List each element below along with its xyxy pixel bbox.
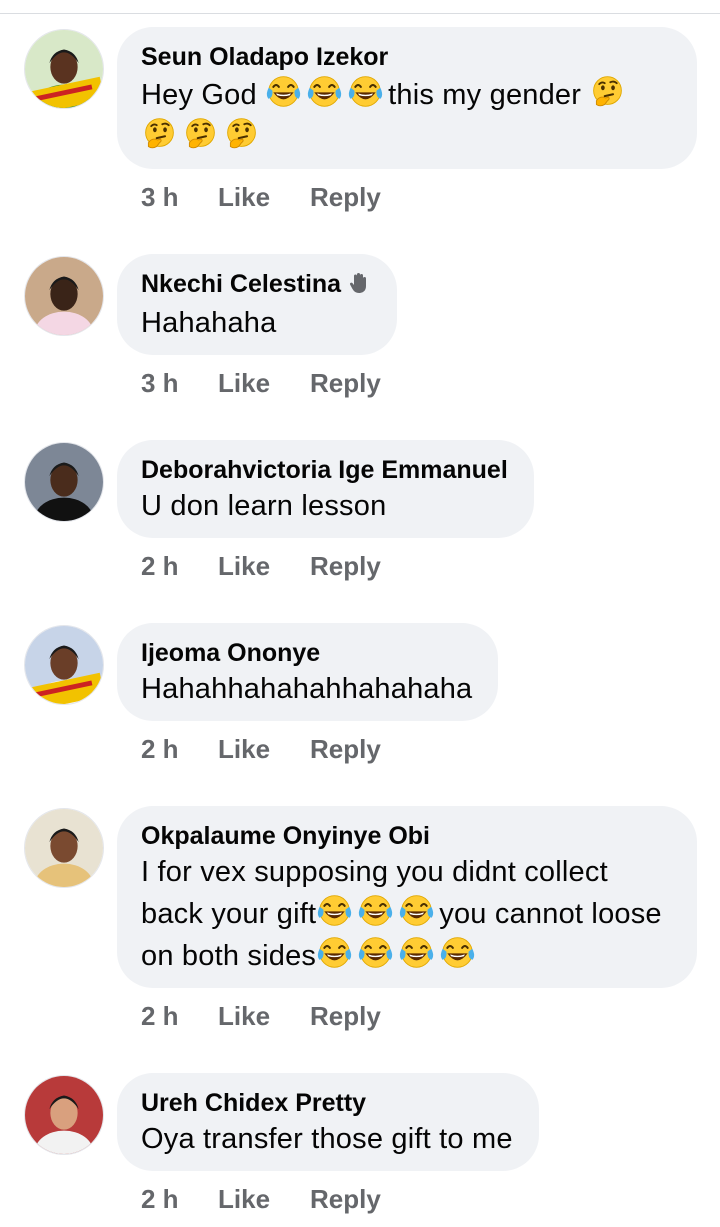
comment-actions: 2 h Like Reply	[141, 721, 720, 777]
avatar[interactable]	[24, 1075, 104, 1155]
comment-actions: 3 h Like Reply	[141, 169, 720, 225]
comment-author[interactable]: Ureh Chidex Pretty	[141, 1087, 513, 1119]
comment-timestamp[interactable]: 2 h	[141, 551, 218, 582]
comment-text: Hahahaha	[141, 303, 371, 343]
thinking-emoji-icon	[141, 115, 178, 152]
comment-text: Hey God this my gender	[141, 73, 671, 157]
reply-button[interactable]: Reply	[310, 1001, 381, 1032]
comment-bubble: Ureh Chidex Pretty Oya transfer those gif…	[117, 1073, 539, 1171]
author-name[interactable]: Seun Oladapo Izekor	[141, 43, 388, 71]
comment-text: U don learn lesson	[141, 486, 508, 526]
comment-author[interactable]: Deborahvictoria Ige Emmanuel	[141, 454, 508, 486]
comment-actions: 2 h Like Reply	[141, 538, 720, 594]
reply-button[interactable]: Reply	[310, 182, 381, 213]
comment-text-segment: U don learn lesson	[141, 490, 387, 522]
like-button[interactable]: Like	[218, 368, 310, 399]
tears-of-joy-emoji-icon	[439, 934, 476, 971]
comment-actions: 2 h Like Reply	[141, 1171, 720, 1227]
comment-timestamp[interactable]: 3 h	[141, 182, 218, 213]
comment-bubble: Nkechi Celestina Hahahaha	[117, 254, 398, 355]
tears-of-joy-emoji-icon	[316, 892, 353, 929]
thinking-emoji-icon	[182, 115, 219, 152]
comment-text-segment: this my gender	[388, 79, 590, 111]
comment-text-segment: Hahahhahahahhahahaha	[141, 673, 473, 705]
like-button[interactable]: Like	[218, 182, 310, 213]
reply-button[interactable]: Reply	[310, 734, 381, 765]
comment-bubble: Ijeoma Ononye Hahahhahahahhahahaha	[117, 623, 499, 721]
author-name[interactable]: Okpalaume Onyinye Obi	[141, 822, 430, 850]
comment: Deborahvictoria Ige Emmanuel U don learn …	[0, 440, 720, 623]
tears-of-joy-emoji-icon	[316, 934, 353, 971]
tears-of-joy-emoji-icon	[265, 73, 302, 110]
tears-of-joy-emoji-icon	[357, 892, 394, 929]
comment: Ureh Chidex Pretty Oya transfer those gif…	[0, 1073, 720, 1227]
comment-bubble: Seun Oladapo Izekor Hey God this my gende…	[117, 27, 697, 169]
avatar[interactable]	[24, 29, 104, 109]
comment-timestamp[interactable]: 2 h	[141, 1001, 218, 1032]
comment: Seun Oladapo Izekor Hey God this my gende…	[0, 27, 720, 254]
tears-of-joy-emoji-icon	[398, 892, 435, 929]
comment-actions: 2 h Like Reply	[141, 988, 720, 1044]
like-button[interactable]: Like	[218, 1001, 310, 1032]
comment-author[interactable]: Seun Oladapo Izekor	[141, 41, 671, 73]
tears-of-joy-emoji-icon	[306, 73, 343, 110]
author-name[interactable]: Nkechi Celestina	[141, 270, 341, 298]
author-name[interactable]: Deborahvictoria Ige Emmanuel	[141, 456, 508, 484]
author-name[interactable]: Ijeoma Ononye	[141, 639, 320, 667]
author-name[interactable]: Ureh Chidex Pretty	[141, 1089, 366, 1117]
comment-list: Seun Oladapo Izekor Hey God this my gende…	[0, 27, 720, 1227]
comment-text: I for vex supposing you didnt collect ba…	[141, 852, 671, 976]
tears-of-joy-emoji-icon	[398, 934, 435, 971]
comment-text-segment: Oya transfer those gift to me	[141, 1123, 513, 1155]
comment: Ijeoma Ononye Hahahhahahahhahahaha 2 h Like…	[0, 623, 720, 806]
comment-text: Oya transfer those gift to me	[141, 1119, 513, 1159]
avatar[interactable]	[24, 256, 104, 336]
avatar[interactable]	[24, 808, 104, 888]
reply-button[interactable]: Reply	[310, 551, 381, 582]
reply-button[interactable]: Reply	[310, 368, 381, 399]
comment-timestamp[interactable]: 2 h	[141, 1184, 218, 1215]
like-button[interactable]: Like	[218, 551, 310, 582]
thinking-emoji-icon	[223, 115, 260, 152]
comment: Nkechi Celestina Hahahaha 3 h Like Reply	[0, 254, 720, 440]
comment-actions: 3 h Like Reply	[141, 355, 720, 411]
comment-text-segment: Hey God	[141, 79, 266, 111]
avatar[interactable]	[24, 625, 104, 705]
comment-timestamp[interactable]: 2 h	[141, 734, 218, 765]
thinking-emoji-icon	[589, 73, 626, 110]
tears-of-joy-emoji-icon	[357, 934, 394, 971]
waving-hand-icon	[347, 271, 371, 303]
comment-text-segment: Hahahaha	[141, 307, 277, 339]
comment: Okpalaume Onyinye Obi I for vex supposing…	[0, 806, 720, 1073]
comment-text: Hahahhahahahhahahaha	[141, 669, 472, 709]
comment-author[interactable]: Okpalaume Onyinye Obi	[141, 820, 671, 852]
reply-button[interactable]: Reply	[310, 1184, 381, 1215]
like-button[interactable]: Like	[218, 734, 310, 765]
comment-author[interactable]: Nkechi Celestina	[141, 268, 371, 303]
tears-of-joy-emoji-icon	[347, 73, 384, 110]
like-button[interactable]: Like	[218, 1184, 310, 1215]
avatar[interactable]	[24, 442, 104, 522]
top-divider	[0, 0, 720, 14]
comment-bubble: Deborahvictoria Ige Emmanuel U don learn …	[117, 440, 534, 538]
comment-timestamp[interactable]: 3 h	[141, 368, 218, 399]
comment-bubble: Okpalaume Onyinye Obi I for vex supposing…	[117, 806, 697, 988]
comment-author[interactable]: Ijeoma Ononye	[141, 637, 472, 669]
